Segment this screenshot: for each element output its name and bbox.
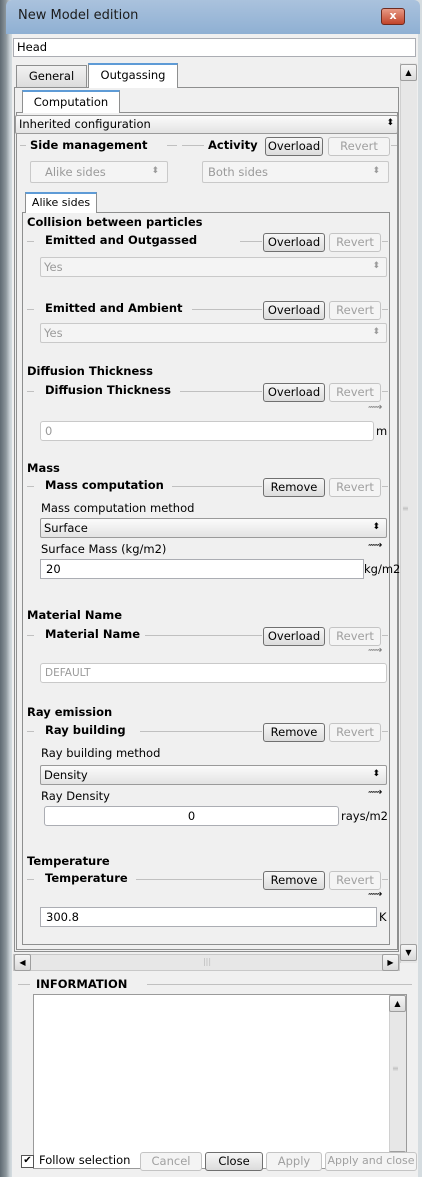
ray-density-label: Ray Density: [41, 789, 110, 803]
mass-method-select[interactable]: Surface ⬍: [40, 518, 387, 538]
surface-mass-input[interactable]: 20: [40, 559, 364, 579]
information-textarea[interactable]: [33, 994, 407, 1169]
information-scrollbar[interactable]: [389, 995, 406, 1168]
updown-arrow-icon: ⬍: [372, 327, 380, 337]
name-field[interactable]: Head: [13, 38, 416, 57]
activity-revert-button[interactable]: Revert: [328, 137, 390, 156]
function-curve-icon[interactable]: ⟿: [368, 402, 382, 413]
material-name-input[interactable]: DEFAULT: [40, 663, 387, 683]
temperature-input[interactable]: 300.8: [40, 907, 377, 927]
emitted-outgassed-value: Yes: [44, 260, 63, 274]
collision-section-title: Collision between particles: [27, 215, 203, 229]
updown-arrow-icon: ⬍: [151, 166, 159, 176]
tab-general[interactable]: General: [16, 65, 87, 87]
follow-selection-checkbox[interactable]: ✔: [21, 1155, 34, 1168]
ray-remove-button[interactable]: Remove: [263, 723, 325, 742]
surface-mass-unit: kg/m2: [364, 562, 401, 576]
ray-method-select[interactable]: Density ⬍: [40, 765, 387, 785]
cancel-button[interactable]: Cancel: [140, 1152, 202, 1171]
activity-value: Both sides: [208, 165, 268, 179]
activity-overload-button[interactable]: Overload: [265, 137, 323, 156]
emitted-ambient-value: Yes: [44, 326, 63, 340]
side-management-value: Alike sides: [45, 165, 106, 179]
material-overload-button[interactable]: Overload: [263, 627, 325, 646]
window-title: New Model edition: [18, 8, 139, 23]
material-section-title: Material Name: [27, 608, 122, 622]
mass-group-title: Mass computation: [45, 478, 164, 492]
side-management-select[interactable]: Alike sides ⬍: [30, 161, 168, 183]
emitted-outgassed-select[interactable]: Yes ⬍: [40, 257, 387, 277]
close-dialog-button[interactable]: Close: [205, 1152, 263, 1171]
emitted-ambient-overload-button[interactable]: Overload: [263, 301, 325, 320]
mass-method-value: Surface: [44, 521, 88, 535]
scroll-left-arrow-icon[interactable]: ◀: [14, 954, 31, 971]
temperature-group-title: Temperature: [45, 871, 128, 885]
apply-and-close-button[interactable]: Apply and close: [325, 1152, 417, 1171]
tab-outgassing[interactable]: Outgassing: [88, 63, 178, 88]
mass-method-label: Mass computation method: [41, 501, 195, 515]
ray-method-value: Density: [44, 768, 88, 782]
scroll-grip-icon[interactable]: ≡: [402, 504, 414, 514]
surface-mass-label: Surface Mass (kg/m2): [41, 542, 167, 556]
scroll-up-arrow-icon[interactable]: ▲: [389, 995, 406, 1012]
ray-revert-button[interactable]: Revert: [329, 723, 381, 742]
diffusion-revert-button[interactable]: Revert: [329, 383, 381, 402]
dialog-window: New Model edition x Head General Outgass…: [0, 0, 422, 1177]
ray-section-title: Ray emission: [27, 705, 113, 719]
tab-computation[interactable]: Computation: [22, 90, 120, 113]
mass-revert-button[interactable]: Revert: [329, 478, 381, 497]
emitted-ambient-select[interactable]: Yes ⬍: [40, 323, 387, 343]
scroll-up-arrow-icon[interactable]: ▲: [400, 64, 417, 81]
updown-arrow-icon: ⬍: [386, 118, 394, 128]
temperature-unit: K: [379, 910, 387, 924]
emitted-outgassed-title: Emitted and Outgassed: [45, 233, 198, 247]
activity-select[interactable]: Both sides ⬍: [202, 161, 389, 183]
ray-density-unit: rays/m2: [341, 809, 388, 823]
title-bar[interactable]: New Model edition x: [6, 0, 420, 34]
close-button[interactable]: x: [381, 8, 405, 25]
apply-button[interactable]: Apply: [266, 1152, 322, 1171]
side-management-title: Side management: [30, 138, 148, 152]
function-curve-icon[interactable]: ⟿: [368, 787, 382, 798]
function-curve-icon[interactable]: ⟿: [368, 645, 382, 656]
diffusion-overload-button[interactable]: Overload: [263, 383, 325, 402]
temperature-section-title: Temperature: [27, 854, 110, 868]
ray-density-input[interactable]: 0: [44, 806, 339, 826]
scroll-down-arrow-icon[interactable]: ▼: [400, 944, 417, 961]
scroll-grip-icon[interactable]: ≡: [392, 1064, 399, 1073]
temperature-remove-button[interactable]: Remove: [263, 871, 325, 890]
horizontal-scroll-grip-icon[interactable]: |||: [162, 956, 252, 968]
updown-arrow-icon: ⬍: [372, 261, 380, 271]
mass-remove-button[interactable]: Remove: [263, 478, 325, 497]
material-revert-button[interactable]: Revert: [329, 627, 381, 646]
diffusion-unit: m: [376, 424, 388, 438]
scroll-right-arrow-icon[interactable]: ▶: [382, 954, 399, 971]
information-title: INFORMATION: [36, 977, 128, 991]
configuration-value: Inherited configuration: [19, 117, 151, 131]
emitted-outgassed-revert-button[interactable]: Revert: [329, 233, 381, 252]
emitted-outgassed-overload-button[interactable]: Overload: [263, 233, 325, 252]
ray-method-label: Ray building method: [41, 746, 161, 760]
function-curve-icon[interactable]: ⟿: [368, 540, 382, 551]
tab-alike-sides[interactable]: Alike sides: [25, 192, 97, 213]
ray-group-title: Ray building: [45, 723, 126, 737]
configuration-select[interactable]: Inherited configuration ⬍: [15, 115, 398, 134]
diffusion-thickness-input[interactable]: 0: [40, 421, 374, 441]
mass-section-title: Mass: [27, 461, 60, 475]
follow-selection-label: Follow selection: [39, 1153, 131, 1167]
updown-arrow-icon: ⬍: [372, 166, 380, 176]
updown-arrow-icon: ⬍: [372, 522, 380, 532]
material-group-title: Material Name: [45, 627, 140, 641]
activity-title: Activity: [208, 138, 258, 152]
updown-arrow-icon: ⬍: [372, 769, 380, 779]
emitted-ambient-title: Emitted and Ambient: [45, 301, 183, 315]
function-curve-icon[interactable]: ⟿: [368, 889, 382, 900]
temperature-revert-button[interactable]: Revert: [329, 871, 381, 890]
dialog-content: Head General Outgassing ▲ ≡ ▼ Computatio…: [12, 34, 418, 1177]
diffusion-group-title: Diffusion Thickness: [45, 383, 171, 397]
diffusion-section-title: Diffusion Thickness: [27, 364, 153, 378]
emitted-ambient-revert-button[interactable]: Revert: [329, 301, 381, 320]
